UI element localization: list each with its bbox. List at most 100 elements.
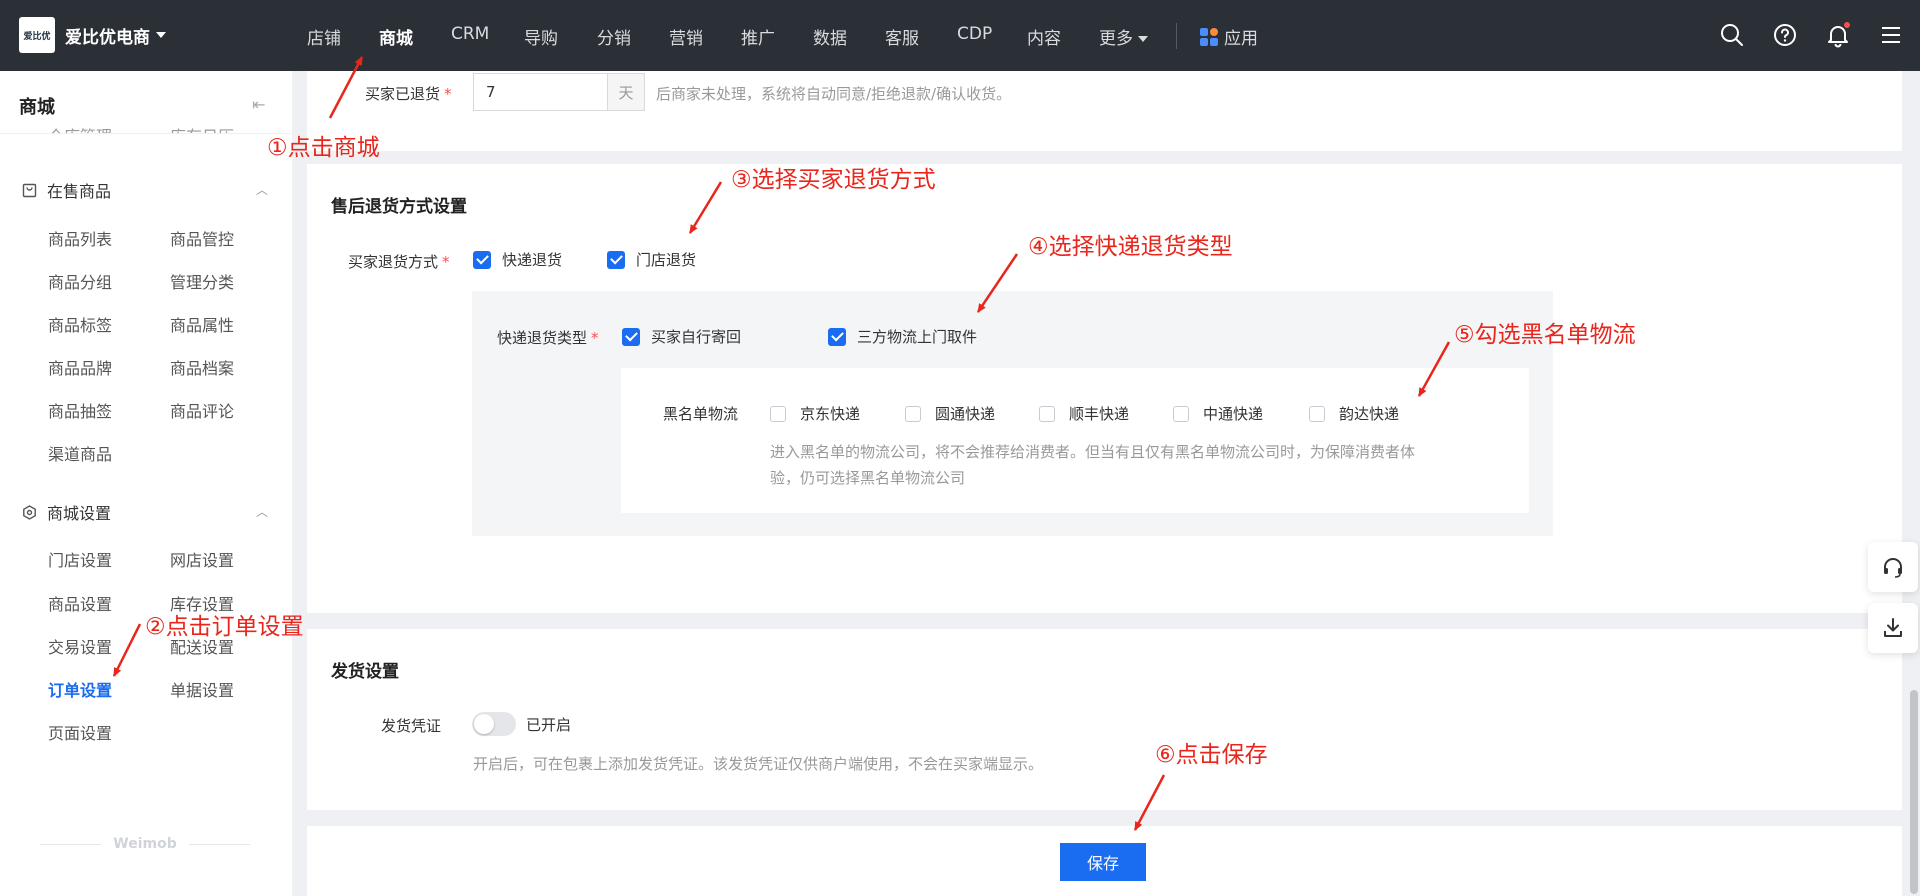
days-unit: 天: [607, 73, 645, 111]
sidebar-item-product-archive[interactable]: 商品档案: [170, 355, 234, 379]
nav-guide[interactable]: 导购: [524, 24, 558, 49]
sidebar-group-label: 在售商品: [47, 182, 112, 201]
sidebar-item-document-settings[interactable]: 单据设置: [170, 677, 234, 701]
notifications-button[interactable]: [1825, 22, 1851, 48]
apps-button[interactable]: 应用: [1200, 24, 1258, 49]
annotation-step3: ③选择买家退货方式: [731, 167, 936, 193]
third-party-pickup-checkbox[interactable]: 三方物流上门取件: [828, 326, 977, 347]
checkbox-empty-icon: [1309, 405, 1325, 422]
checkbox-label: 圆通快递: [935, 405, 996, 423]
save-button[interactable]: 保存: [1060, 843, 1146, 881]
express-return-checkbox[interactable]: 快递退货: [473, 249, 562, 270]
customer-service-button[interactable]: [1868, 542, 1918, 592]
checkbox-label: 顺丰快递: [1069, 405, 1130, 423]
sidebar-item-product-settings[interactable]: 商品设置: [48, 591, 112, 615]
brand-name: 爱比优电商: [65, 27, 150, 48]
menu-icon[interactable]: [1878, 22, 1904, 48]
nav-mall[interactable]: 商城: [379, 24, 413, 49]
search-icon[interactable]: [1719, 22, 1745, 48]
sidebar-item-product-brand[interactable]: 商品品牌: [48, 355, 112, 379]
sidebar-item-product-attr[interactable]: 商品属性: [170, 312, 234, 336]
nav-store[interactable]: 店铺: [307, 24, 341, 49]
apps-grid-icon: [1200, 27, 1218, 46]
sidebar-item-product-review[interactable]: 商品评论: [170, 398, 234, 422]
checkbox-label: 中通快递: [1203, 405, 1264, 423]
return-days-label: 买家已退货 *: [365, 85, 452, 103]
download-button[interactable]: [1868, 603, 1918, 653]
sidebar: 商城 ⇤ 仓库管理 库存日历 在售商品 ︿ 商品列表 商品管控 商品分组 管理分…: [0, 71, 292, 896]
brand-logo: 爱比优: [19, 17, 55, 53]
shipping-section-title: 发货设置: [331, 662, 399, 682]
sidebar-item-online-store-settings[interactable]: 网店设置: [170, 547, 234, 571]
store-return-checkbox[interactable]: 门店退货: [607, 249, 696, 270]
sidebar-item-product-group[interactable]: 商品分组: [48, 269, 112, 293]
collapse-sidebar-icon[interactable]: ⇤: [252, 95, 265, 114]
sidebar-item-product-list[interactable]: 商品列表: [48, 226, 112, 250]
sidebar-item-product-control[interactable]: 商品管控: [170, 226, 234, 250]
courier-jd-checkbox[interactable]: 京东快递: [770, 403, 860, 424]
nav-data[interactable]: 数据: [813, 24, 847, 49]
weimob-footer: Weimob: [40, 836, 250, 852]
aftersale-section-title: 售后退货方式设置: [331, 197, 467, 217]
blacklist-label: 黑名单物流: [663, 405, 739, 423]
voucher-toggle-text: 已开启: [526, 716, 572, 734]
sidebar-group-on-sale[interactable]: 在售商品: [22, 178, 111, 202]
sidebar-item-channel-product[interactable]: 渠道商品: [48, 441, 112, 465]
checkbox-label: 买家自行寄回: [651, 328, 742, 346]
annotation-step2: ②点击订单设置: [145, 614, 304, 640]
brand-switcher[interactable]: 爱比优 爱比优电商: [19, 17, 166, 53]
checkbox-label: 韵达快递: [1339, 405, 1400, 423]
checkbox-empty-icon: [1173, 405, 1189, 422]
sidebar-item-product-tag[interactable]: 商品标签: [48, 312, 112, 336]
nav-service[interactable]: 客服: [885, 24, 919, 49]
checkbox-label: 京东快递: [800, 405, 861, 423]
courier-sf-checkbox[interactable]: 顺丰快递: [1039, 403, 1129, 424]
nav-crm[interactable]: CRM: [451, 24, 489, 44]
nav-distribution[interactable]: 分销: [597, 24, 631, 49]
blacklist-hint-line1: 进入黑名单的物流公司，将不会推荐给消费者。但当有且仅有黑名单物流公司时，为保障消…: [770, 443, 1416, 461]
sidebar-item-warehouse[interactable]: 仓库管理: [48, 123, 112, 133]
checkbox-empty-icon: [770, 405, 786, 422]
headset-icon: [1884, 558, 1902, 578]
voucher-toggle[interactable]: [472, 712, 516, 736]
sidebar-title: 商城: [19, 97, 55, 118]
sidebar-item-manage-category[interactable]: 管理分类: [170, 269, 234, 293]
nav-divider: [1176, 23, 1177, 49]
nav-cdp[interactable]: CDP: [957, 24, 992, 44]
return-days-hint: 后商家未处理，系统将自动同意/拒绝退款/确认收货。: [656, 85, 1012, 103]
page-scrollbar[interactable]: [1910, 690, 1918, 894]
sidebar-item-stock-calendar[interactable]: 库存日历: [170, 123, 234, 133]
sidebar-item-product-lottery[interactable]: 商品抽签: [48, 398, 112, 422]
annotation-step1: ①点击商城: [267, 135, 380, 161]
nav-content[interactable]: 内容: [1027, 24, 1061, 49]
checkbox-checked-icon: [828, 327, 846, 346]
annotation-step4: ④选择快递退货类型: [1028, 234, 1233, 260]
courier-zto-checkbox[interactable]: 中通快递: [1173, 403, 1263, 424]
chevron-up-icon[interactable]: ︿: [256, 503, 268, 520]
nav-marketing[interactable]: 营销: [669, 24, 703, 49]
self-send-back-checkbox[interactable]: 买家自行寄回: [622, 326, 741, 347]
sidebar-item-store-settings[interactable]: 门店设置: [48, 547, 112, 571]
courier-yto-checkbox[interactable]: 圆通快递: [905, 403, 995, 424]
checkbox-checked-icon: [607, 250, 625, 269]
annotation-step5: ⑤勾选黑名单物流: [1454, 322, 1636, 348]
nav-more[interactable]: 更多: [1099, 24, 1148, 49]
sidebar-item-page-settings[interactable]: 页面设置: [48, 720, 112, 744]
chevron-up-icon[interactable]: ︿: [256, 181, 268, 198]
divider: [0, 133, 292, 134]
courier-yunda-checkbox[interactable]: 韵达快递: [1309, 403, 1399, 424]
sidebar-item-order-settings[interactable]: 订单设置: [48, 677, 112, 701]
sidebar-item-trade-settings[interactable]: 交易设置: [48, 634, 112, 658]
annotation-step6: ⑥点击保存: [1155, 742, 1268, 768]
checkbox-label: 三方物流上门取件: [857, 328, 978, 346]
top-nav-bar: 爱比优 爱比优电商 店铺 商城 CRM 导购 分销 营销 推广 数据 客服 CD…: [0, 0, 1920, 71]
sidebar-group-mall-settings[interactable]: 商城设置: [22, 500, 111, 524]
nav-promotion[interactable]: 推广: [741, 24, 775, 49]
caret-down-icon: [156, 32, 166, 38]
shop-bag-icon: [22, 183, 37, 197]
return-method-label: 买家退货方式 *: [348, 253, 450, 271]
help-icon[interactable]: [1772, 22, 1798, 48]
apps-label: 应用: [1224, 29, 1258, 49]
express-type-label: 快递退货类型 *: [497, 329, 599, 347]
return-days-input[interactable]: [473, 73, 608, 111]
